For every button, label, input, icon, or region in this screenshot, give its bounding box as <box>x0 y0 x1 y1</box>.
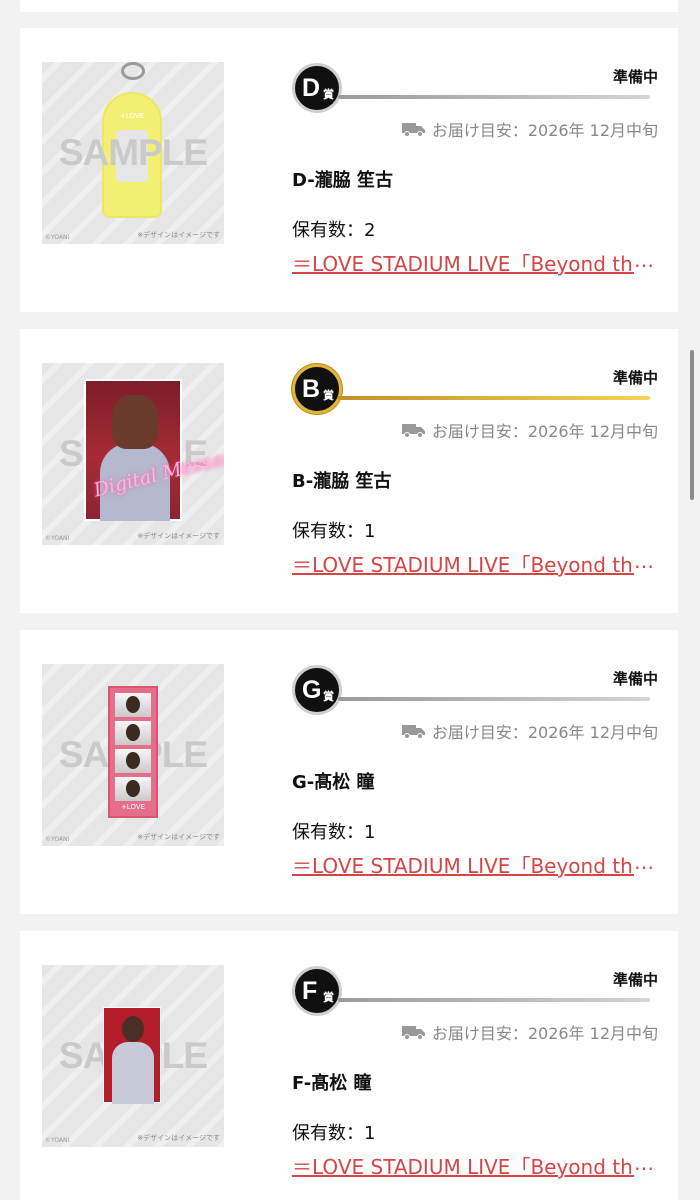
status-text: 準備中 <box>612 68 658 86</box>
rank-suffix: 賞 <box>323 389 334 402</box>
owned-label: 保有数： <box>292 521 364 542</box>
rank-badge: F 賞 <box>292 966 342 1016</box>
strip-photo <box>115 721 151 745</box>
delivery-text: お届け目安：2026年 12月中旬 <box>431 422 658 441</box>
strip-face-shape <box>126 780 140 797</box>
strip-photo <box>115 777 151 801</box>
prize-list-page: +LOVE SAMPLE ©YOANI ※デザインはイメージです D 賞 準備中… <box>0 0 700 1200</box>
status-text: 準備中 <box>612 670 658 688</box>
rank-badge: B 賞 <box>292 364 342 414</box>
event-link-text[interactable]: ＝LOVE STADIUM LIVE「Beyond the Stage」 <box>292 248 634 277</box>
owned-count: 保有数：1 <box>292 818 375 844</box>
product-image[interactable]: SAMPLE +LOVE ©YOANI ※デザインはイメージです <box>42 664 224 846</box>
product-image[interactable]: +LOVE SAMPLE ©YOANI ※デザインはイメージです <box>42 62 224 244</box>
copyright-text: ©YOANI <box>45 836 70 843</box>
rank-suffix: 賞 <box>323 88 334 101</box>
rank-badge: G 賞 <box>292 665 342 715</box>
image-note: ※デザインはイメージです <box>137 532 220 540</box>
delivery-text: お届け目安：2026年 12月中旬 <box>431 723 658 742</box>
delivery-truck-icon <box>401 123 425 137</box>
product-image[interactable]: SAMPLE Digital Message ©YOANI ※デザインはイメージ… <box>42 363 224 545</box>
owned-value: 1 <box>364 1123 376 1144</box>
event-link[interactable]: ＝LOVE STADIUM LIVE「Beyond the Stage」… <box>292 850 658 879</box>
owned-label: 保有数： <box>292 1123 364 1144</box>
rank-letter: D <box>302 74 321 102</box>
copyright-text: ©YOANI <box>45 1137 70 1144</box>
truncation-ellipsis: … <box>634 248 654 272</box>
owned-value: 1 <box>364 822 376 843</box>
rank-letter: G <box>302 676 322 704</box>
copyright-text: ©YOANI <box>45 234 70 241</box>
strip-face-shape <box>126 724 140 741</box>
photo-dress-shape <box>112 1042 154 1104</box>
prize-card[interactable]: SAMPLE ©YOANI ※デザインはイメージです F 賞 準備中 お届け目安… <box>20 931 678 1200</box>
status-text: 準備中 <box>612 369 658 387</box>
strip-photo <box>115 693 151 717</box>
truncation-ellipsis: … <box>634 850 654 874</box>
photo-person-shape <box>112 395 158 449</box>
keyring-shape <box>121 62 145 80</box>
strip-face-shape <box>126 696 140 713</box>
rank-letter: B <box>302 375 321 403</box>
delivery-truck-icon <box>401 1026 425 1040</box>
delivery-estimate: お届け目安：2026年 12月中旬 <box>401 418 658 442</box>
owned-count: 保有数：1 <box>292 1119 375 1145</box>
photo-strip: +LOVE <box>108 686 158 818</box>
prize-card[interactable]: +LOVE SAMPLE ©YOANI ※デザインはイメージです D 賞 準備中… <box>20 28 678 312</box>
photo-person-shape <box>122 1016 144 1042</box>
event-link[interactable]: ＝LOVE STADIUM LIVE「Beyond the Stage」… <box>292 1151 658 1180</box>
status-progress-bar <box>338 998 650 1002</box>
event-link[interactable]: ＝LOVE STADIUM LIVE「Beyond the Stage」… <box>292 248 658 277</box>
rank-letter: F <box>302 977 318 1005</box>
copyright-text: ©YOANI <box>45 535 70 542</box>
vertical-scrollbar[interactable] <box>690 350 694 500</box>
previous-card-edge <box>20 0 678 12</box>
event-link-text[interactable]: ＝LOVE STADIUM LIVE「Beyond the Stage」 <box>292 549 634 578</box>
item-name: D-瀧脇 笙古 <box>292 170 394 191</box>
prize-card[interactable]: SAMPLE +LOVE ©YOANI ※デザインはイメージです G 賞 準備中 <box>20 630 678 914</box>
strip-logo-text: +LOVE <box>120 803 146 811</box>
owned-value: 1 <box>364 521 376 542</box>
image-note: ※デザインはイメージです <box>137 1134 220 1142</box>
owned-value: 2 <box>364 220 376 241</box>
keychain-logo-text: +LOVE <box>119 112 145 120</box>
delivery-estimate: お届け目安：2026年 12月中旬 <box>401 719 658 743</box>
rank-badge: D 賞 <box>292 63 342 113</box>
event-link-text[interactable]: ＝LOVE STADIUM LIVE「Beyond the Stage」 <box>292 1151 634 1180</box>
delivery-truck-icon <box>401 424 425 438</box>
owned-label: 保有数： <box>292 220 364 241</box>
owned-label: 保有数： <box>292 822 364 843</box>
event-link-text[interactable]: ＝LOVE STADIUM LIVE「Beyond the Stage」 <box>292 850 634 879</box>
truncation-ellipsis: … <box>634 1151 654 1175</box>
status-progress-bar <box>338 95 650 99</box>
strip-face-shape <box>126 752 140 769</box>
delivery-text: お届け目安：2026年 12月中旬 <box>431 1024 658 1043</box>
owned-count: 保有数：2 <box>292 216 375 242</box>
image-note: ※デザインはイメージです <box>137 231 220 239</box>
owned-count: 保有数：1 <box>292 517 375 543</box>
item-name: G-髙松 瞳 <box>292 772 375 793</box>
rank-suffix: 賞 <box>323 690 334 703</box>
delivery-estimate: お届け目安：2026年 12月中旬 <box>401 117 658 141</box>
prize-card[interactable]: SAMPLE Digital Message ©YOANI ※デザインはイメージ… <box>20 329 678 613</box>
event-link[interactable]: ＝LOVE STADIUM LIVE「Beyond the Stage」… <box>292 549 658 578</box>
status-progress-bar <box>338 396 650 400</box>
status-text: 準備中 <box>612 971 658 989</box>
truncation-ellipsis: … <box>634 549 654 573</box>
sample-watermark: SAMPLE <box>58 132 208 173</box>
product-image[interactable]: SAMPLE ©YOANI ※デザインはイメージです <box>42 965 224 1147</box>
single-photo-card <box>103 1007 161 1104</box>
rank-suffix: 賞 <box>323 991 334 1004</box>
item-name: B-瀧脇 笙古 <box>292 471 392 492</box>
strip-photo <box>115 749 151 773</box>
delivery-truck-icon <box>401 725 425 739</box>
item-name: F-髙松 瞳 <box>292 1073 372 1094</box>
image-note: ※デザインはイメージです <box>137 833 220 841</box>
status-progress-bar <box>338 697 650 701</box>
delivery-estimate: お届け目安：2026年 12月中旬 <box>401 1020 658 1044</box>
delivery-text: お届け目安：2026年 12月中旬 <box>431 121 658 140</box>
